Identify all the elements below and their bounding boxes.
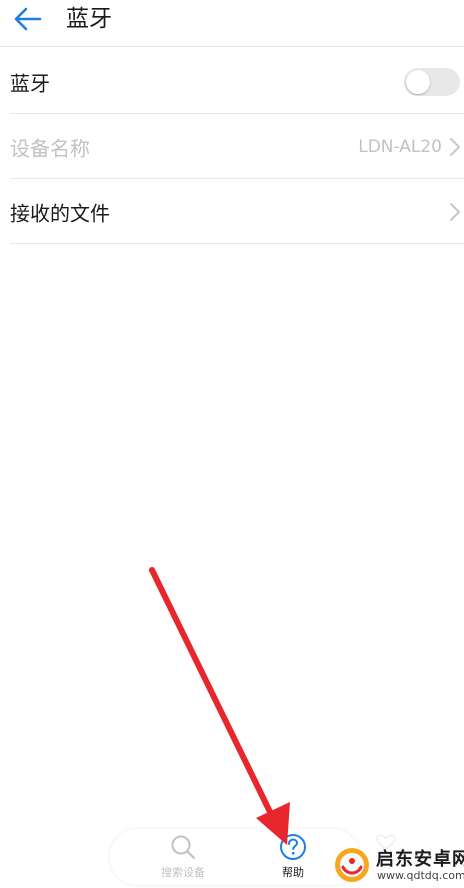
help-icon (280, 834, 306, 860)
chevron-right-icon (450, 138, 460, 156)
watermark-title: 启东安卓网 (376, 849, 464, 870)
received-files-label: 接收的文件 (10, 201, 110, 226)
bluetooth-toggle[interactable] (404, 68, 460, 96)
bluetooth-row[interactable]: 蓝牙 (0, 50, 464, 114)
search-devices-label: 搜索设备 (161, 866, 205, 879)
received-files-row[interactable]: 接收的文件 (0, 180, 464, 244)
device-name-value: LDN-AL20 (358, 137, 442, 157)
bottom-action-bar: 搜索设备 帮助 (110, 829, 360, 885)
search-icon (171, 835, 196, 860)
bluetooth-label: 蓝牙 (10, 71, 50, 96)
divider (10, 178, 464, 179)
page-title: 蓝牙 (66, 6, 112, 32)
toggle-knob (406, 70, 430, 94)
divider (10, 113, 464, 114)
title-bar: 蓝牙 (0, 0, 464, 47)
watermark: 启东安卓网 www.qdtdq.com (332, 843, 464, 885)
back-button[interactable] (8, 0, 48, 38)
device-name-label: 设备名称 (10, 136, 90, 161)
watermark-url: www.qdtdq.com (377, 869, 464, 882)
watermark-logo (335, 848, 369, 882)
chevron-right-icon (450, 203, 460, 221)
search-devices-button[interactable]: 搜索设备 (128, 829, 238, 885)
divider (10, 243, 464, 244)
arrow-left-icon (14, 7, 42, 31)
device-name-row[interactable]: 设备名称 LDN-AL20 (0, 115, 464, 179)
